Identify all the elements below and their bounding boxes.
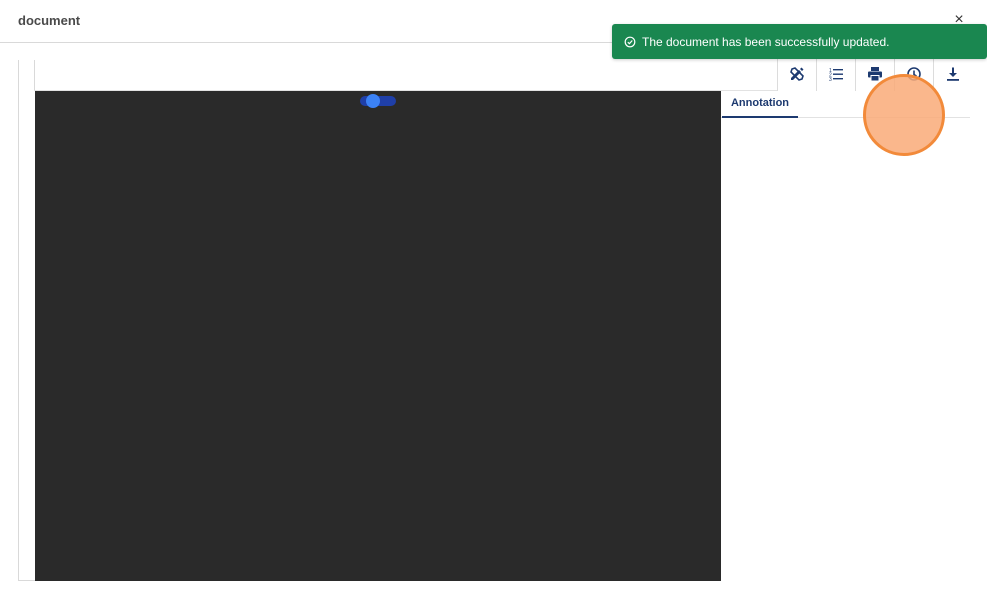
- svg-text:3: 3: [829, 77, 832, 82]
- pencil-ruler-icon: [790, 67, 804, 81]
- annotation-tools-button[interactable]: [777, 57, 816, 91]
- side-panel: Annotation: [721, 91, 970, 581]
- dialog-title: document: [18, 13, 81, 28]
- download-icon: [947, 67, 959, 81]
- success-toast[interactable]: The document has been successfully updat…: [612, 24, 987, 59]
- tab-annotation[interactable]: Annotation: [722, 91, 798, 118]
- print-icon: [868, 67, 882, 82]
- click-indicator: [863, 74, 945, 156]
- check-circle-icon: [624, 36, 636, 48]
- toast-message: The document has been successfully updat…: [642, 34, 890, 49]
- divider: [34, 60, 35, 91]
- download-button[interactable]: [933, 57, 972, 91]
- loading-spinner: [360, 94, 396, 108]
- loader-dot: [366, 94, 380, 108]
- document-viewer[interactable]: [35, 91, 721, 581]
- outline-button[interactable]: 1 2 3: [816, 57, 855, 91]
- list-ordered-icon: 1 2 3: [829, 68, 843, 82]
